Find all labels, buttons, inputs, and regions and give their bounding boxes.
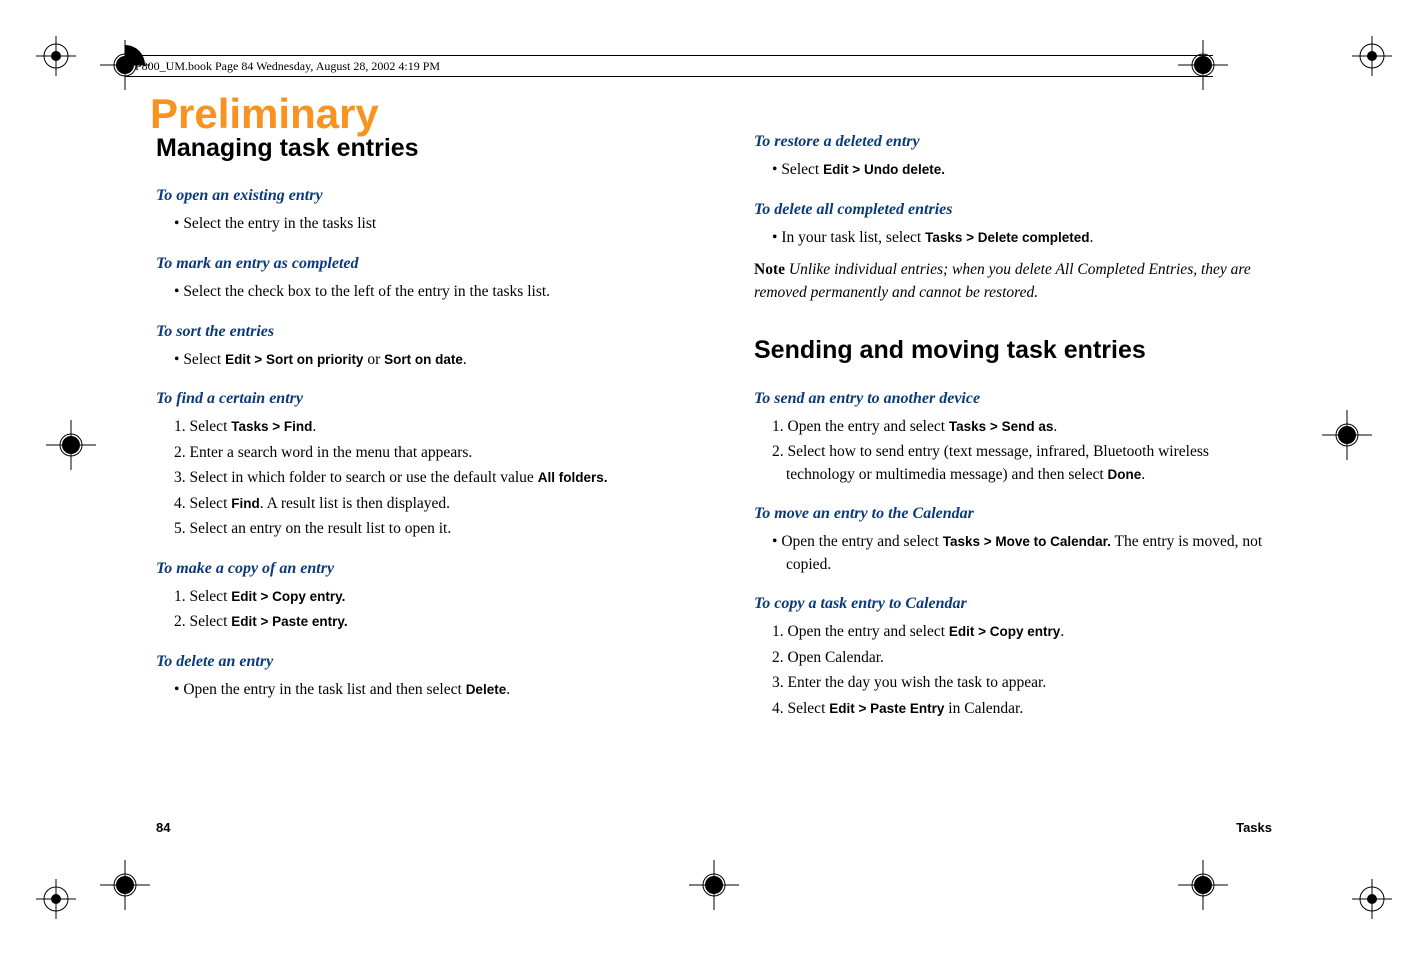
body-text: 5. Select an entry on the result list to… [174,518,674,540]
subhead-find: To find a certain entry [156,387,674,410]
registration-mark-icon [36,36,76,76]
running-header-text: P800_UM.book Page 84 Wednesday, August 2… [135,59,440,74]
subhead-sort: To sort the entries [156,320,674,343]
note-text: Unlike individual entries; when you dele… [754,261,1251,300]
page-number: 84 [156,820,170,835]
left-column: Managing task entries To open an existin… [156,130,674,835]
body-text: Select Edit > Undo delete. [772,159,1272,181]
body-text: Open the entry in the task list and then… [174,679,674,701]
crosshair-icon [1322,410,1372,465]
body-text: 2. Select how to send entry (text messag… [772,441,1272,486]
registration-mark-icon [1352,879,1392,919]
body-text: Select the check box to the left of the … [174,281,674,303]
subhead-open-entry: To open an existing entry [156,184,674,207]
subhead-mark-completed: To mark an entry as completed [156,252,674,275]
ui-path: Find [231,496,260,511]
body-text: 4. Select Edit > Paste Entry in Calendar… [772,698,1272,720]
heading-sending: Sending and moving task entries [754,332,1272,368]
running-header: P800_UM.book Page 84 Wednesday, August 2… [125,55,1213,77]
body-text: 1. Open the entry and select Edit > Copy… [772,621,1272,643]
ui-path: Delete [466,682,507,697]
ui-path: Edit > Paste entry. [231,614,347,629]
ui-path: Edit > Sort on priority [225,352,363,367]
ui-path: Tasks > Send as [949,419,1053,434]
body-text: 1. Select Edit > Copy entry. [174,586,674,608]
body-text: Select Edit > Sort on priority or Sort o… [174,349,674,371]
registration-mark-icon [1352,36,1392,76]
body-text: 4. Select Find. A result list is then di… [174,493,674,515]
heading-managing: Managing task entries [156,130,674,166]
ui-path: Edit > Copy entry [949,624,1060,639]
subhead-send: To send an entry to another device [754,387,1272,410]
subhead-delete: To delete an entry [156,650,674,673]
page-footer: 84 Tasks [156,820,1272,835]
subhead-restore: To restore a deleted entry [754,130,1272,153]
crosshair-icon [100,860,150,915]
ui-path: Edit > Copy entry. [231,589,345,604]
ui-path: Tasks > Move to Calendar. [943,534,1111,549]
section-name: Tasks [1236,820,1272,835]
crosshair-icon [46,420,96,475]
body-text: 1. Select Tasks > Find. [174,416,674,438]
ui-path: Edit > Paste Entry [829,701,944,716]
crosshair-icon [1178,860,1228,915]
body-text: 2. Enter a search word in the menu that … [174,442,674,464]
subhead-move: To move an entry to the Calendar [754,502,1272,525]
ui-path: Tasks > Find [231,419,312,434]
body-text: 2. Select Edit > Paste entry. [174,611,674,633]
crosshair-icon [689,860,739,915]
body-text: Open the entry and select Tasks > Move t… [772,531,1272,576]
ui-path: Done [1108,467,1142,482]
body-text: 2. Open Calendar. [772,647,1272,669]
ui-path: Edit > Undo delete. [823,162,945,177]
ui-path: All folders. [538,470,608,485]
body-text: 3. Select in which folder to search or u… [174,467,674,489]
ui-path: Sort on date [384,352,463,367]
registration-mark-icon [36,879,76,919]
body-text: Select the entry in the tasks list [174,213,674,235]
ui-path: Tasks > Delete completed [925,230,1089,245]
note: Note Unlike individual entries; when you… [754,259,1272,304]
subhead-copy-calendar: To copy a task entry to Calendar [754,592,1272,615]
body-text: In your task list, select Tasks > Delete… [772,227,1272,249]
right-column: To restore a deleted entry Select Edit >… [754,130,1272,835]
subhead-copy: To make a copy of an entry [156,557,674,580]
body-text: 3. Enter the day you wish the task to ap… [772,672,1272,694]
body-text: 1. Open the entry and select Tasks > Sen… [772,416,1272,438]
page-body: Managing task entries To open an existin… [156,130,1272,835]
subhead-delete-completed: To delete all completed entries [754,198,1272,221]
note-label: Note [754,261,785,278]
